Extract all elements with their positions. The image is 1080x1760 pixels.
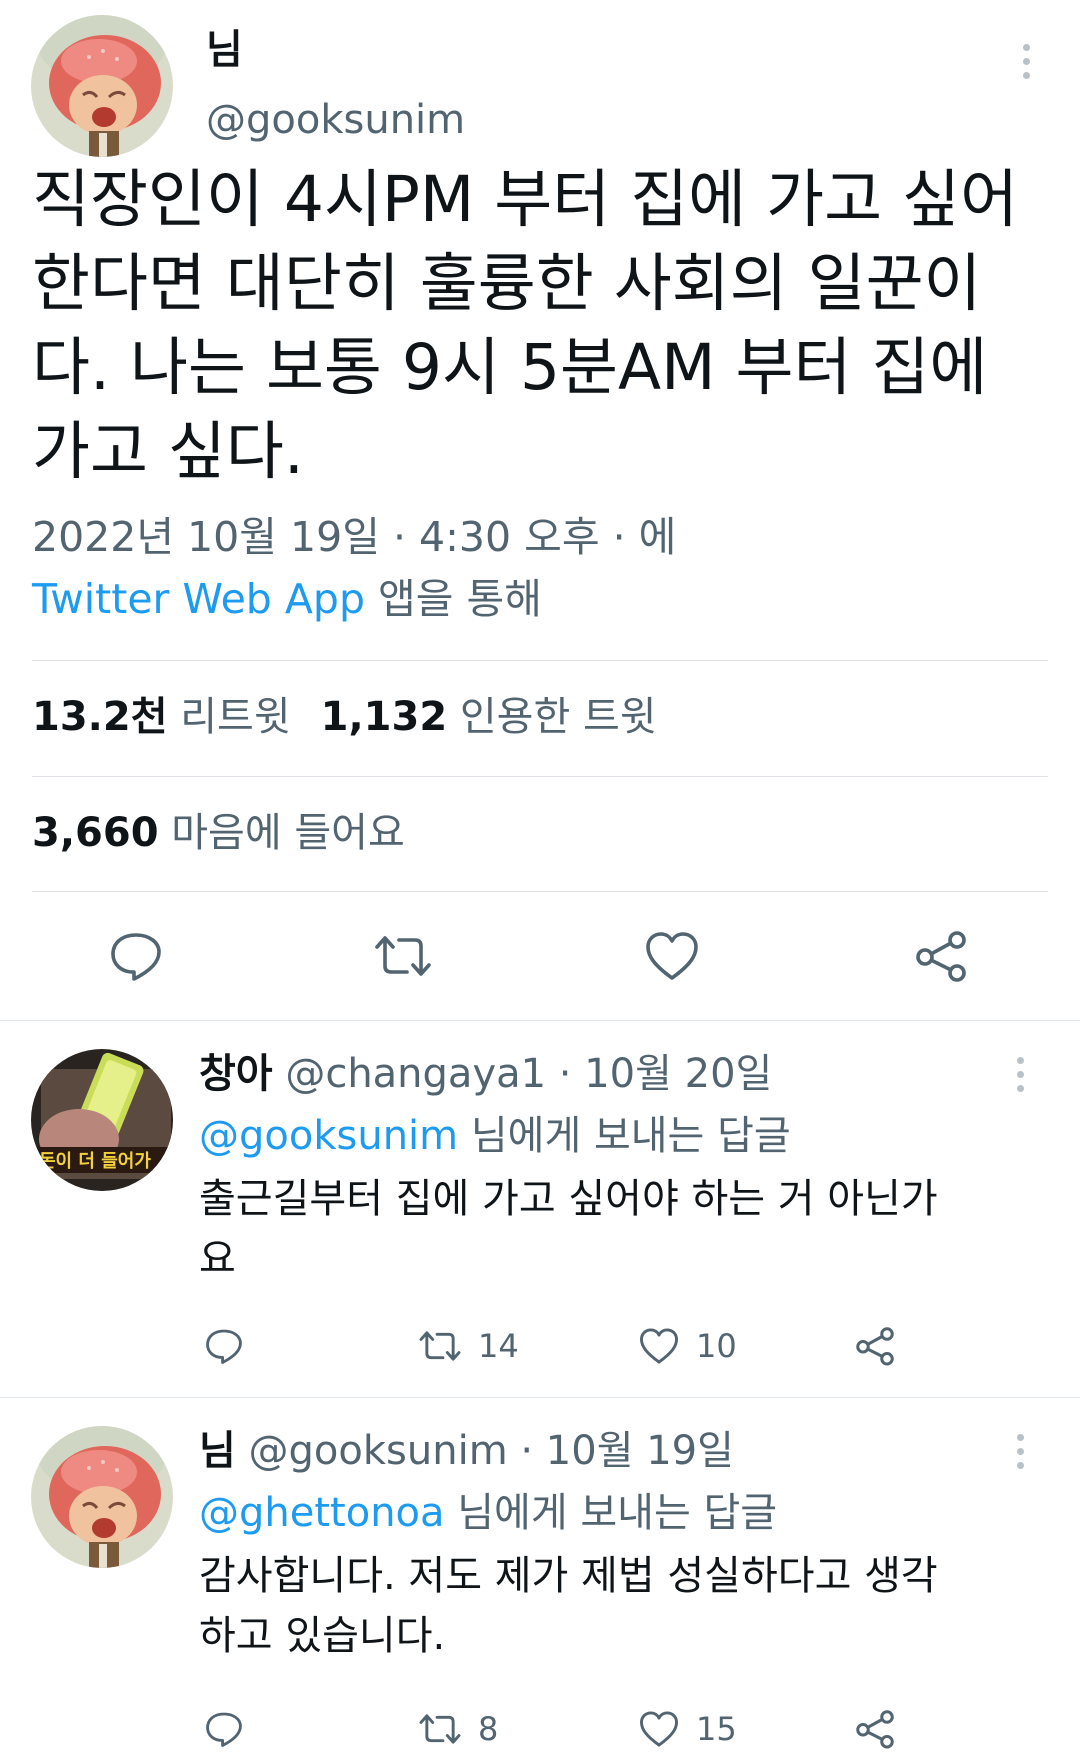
reply-text-line: 하고 있습니다. — [199, 1613, 446, 1659]
reply-text-line: 감사합니다. 저도 제가 제법 성실하다고 생각 — [199, 1553, 938, 1599]
heart-icon — [640, 1711, 678, 1747]
author-name[interactable]: 님 — [199, 1428, 236, 1474]
divider — [32, 660, 1048, 661]
reply-text: 감사합니다. 저도 제가 제법 성실하다고 생각 하고 있습니다. — [199, 1546, 1029, 1666]
source-app-link[interactable]: Twitter Web App — [32, 575, 365, 623]
author-name[interactable]: 창아 — [199, 1051, 273, 1097]
source-suffix: 앱을 통해 — [364, 575, 542, 623]
more-vertical-icon[interactable] — [1015, 1434, 1025, 1469]
author-name[interactable]: 님 — [206, 22, 243, 78]
tweet-text-line: 다. 나는 보통 9시 5분AM 부터 집에 — [32, 331, 988, 404]
reply-icon[interactable] — [108, 930, 164, 982]
avatar-image: 돈이 더 들어가 — [31, 1049, 173, 1191]
share-icon[interactable] — [913, 930, 969, 982]
tweet-text-line: 한다면 대단히 훌륭한 사회의 일꾼이 — [32, 247, 982, 320]
heart-icon[interactable] — [644, 930, 700, 982]
reply-action-bar: 14 10 — [0, 1321, 1080, 1371]
more-vertical-icon[interactable] — [1015, 1057, 1025, 1092]
reply-header: 님 @gooksunim · 10월 19일 — [199, 1422, 734, 1480]
tweet-timestamp[interactable]: 2022년 10월 19일 · 4:30 오후 · 에 — [32, 508, 676, 566]
share-button[interactable] — [854, 1321, 896, 1371]
reply-date[interactable]: · 10월 20일 — [546, 1051, 773, 1097]
tweet-text-line: 직장인이 4시PM 부터 집에 가고 싶어 — [32, 163, 1019, 236]
like-button[interactable]: 10 — [638, 1321, 737, 1371]
like-count: 15 — [696, 1710, 737, 1748]
likes-stat[interactable]: 3,660 마음에 들어요 — [32, 804, 405, 862]
reply-tweet[interactable]: 님 @gooksunim · 10월 19일 @ghettonoa 님에게 보내… — [0, 1398, 1080, 1760]
retweet-icon — [419, 1331, 461, 1361]
replying-to-label: 님에게 보내는 답글 — [444, 1490, 778, 1536]
retweet-button[interactable]: 14 — [418, 1321, 519, 1371]
author-handle[interactable]: @changaya1 — [285, 1051, 546, 1097]
avatar-image — [31, 1426, 173, 1568]
reply-text-line: 출근길부터 집에 가고 싶어야 하는 거 아닌가 — [199, 1176, 938, 1222]
avatar-image — [31, 15, 173, 157]
likes-count: 3,660 — [32, 810, 159, 856]
avatar[interactable] — [31, 1426, 173, 1568]
replying-to: @ghettonoa 님에게 보내는 답글 — [199, 1484, 777, 1542]
retweet-count: 14 — [478, 1327, 519, 1365]
retweets-count: 13.2천 — [32, 694, 168, 740]
like-button[interactable]: 15 — [638, 1704, 737, 1754]
tweet-text: 직장인이 4시PM 부터 집에 가고 싶어 한다면 대단히 훌륭한 사회의 일꾼… — [32, 158, 1042, 494]
share-icon — [856, 1327, 894, 1366]
likes-label: 마음에 들어요 — [158, 810, 405, 856]
reply-text: 출근길부터 집에 가고 싶어야 하는 거 아닌가 요 — [199, 1169, 1029, 1289]
avatar[interactable] — [31, 15, 173, 157]
share-button[interactable] — [854, 1704, 896, 1754]
reply-date[interactable]: · 10월 19일 — [508, 1428, 734, 1474]
divider — [32, 776, 1048, 777]
divider — [32, 891, 1048, 892]
share-icon — [856, 1710, 894, 1749]
tweet-text-line: 가고 싶다. — [32, 415, 304, 488]
retweets-stat[interactable]: 13.2천 리트윗 — [32, 694, 291, 740]
retweets-label: 리트윗 — [167, 694, 291, 740]
author-handle[interactable]: @gooksunim — [206, 92, 465, 148]
reply-action-bar: 8 15 — [0, 1704, 1080, 1754]
svg-text:돈이 더 들어가: 돈이 더 들어가 — [39, 1151, 151, 1172]
reply-button[interactable] — [204, 1321, 244, 1371]
reply-icon — [206, 1329, 242, 1364]
tweet-source: Twitter Web App 앱을 통해 — [32, 570, 542, 628]
heart-icon — [640, 1328, 678, 1364]
retweet-icon — [419, 1714, 461, 1744]
retweet-button[interactable]: 8 — [418, 1704, 498, 1754]
reply-text-line: 요 — [199, 1236, 236, 1282]
engagement-stats: 13.2천 리트윗 1,132 인용한 트윗 — [32, 688, 657, 746]
reply-button[interactable] — [204, 1704, 244, 1754]
replying-to: @gooksunim 님에게 보내는 답글 — [199, 1107, 791, 1165]
quotes-label: 인용한 트윗 — [447, 694, 657, 740]
retweet-count: 8 — [478, 1710, 499, 1748]
replying-to-label: 님에게 보내는 답글 — [458, 1113, 791, 1159]
quotes-stat[interactable]: 1,132 인용한 트윗 — [321, 694, 657, 740]
mention-link[interactable]: @ghettonoa — [199, 1490, 445, 1536]
mention-link[interactable]: @gooksunim — [199, 1113, 458, 1159]
tweet-thread-page: 님 @gooksunim 직장인이 4시PM 부터 집에 가고 싶어 한다면 대… — [0, 0, 1080, 1760]
like-count: 10 — [696, 1327, 737, 1365]
retweet-icon[interactable] — [373, 930, 433, 982]
main-tweet: 님 @gooksunim 직장인이 4시PM 부터 집에 가고 싶어 한다면 대… — [0, 0, 1080, 1023]
avatar[interactable]: 돈이 더 들어가 — [31, 1049, 173, 1191]
more-vertical-icon[interactable] — [1021, 44, 1031, 79]
reply-tweet[interactable]: 돈이 더 들어가 창아 @changaya1 · 10월 20일 @gooksu… — [0, 1021, 1080, 1397]
reply-icon — [206, 1712, 242, 1747]
reply-header: 창아 @changaya1 · 10월 20일 — [199, 1045, 772, 1103]
quotes-count: 1,132 — [320, 694, 448, 740]
author-handle[interactable]: @gooksunim — [249, 1428, 508, 1474]
